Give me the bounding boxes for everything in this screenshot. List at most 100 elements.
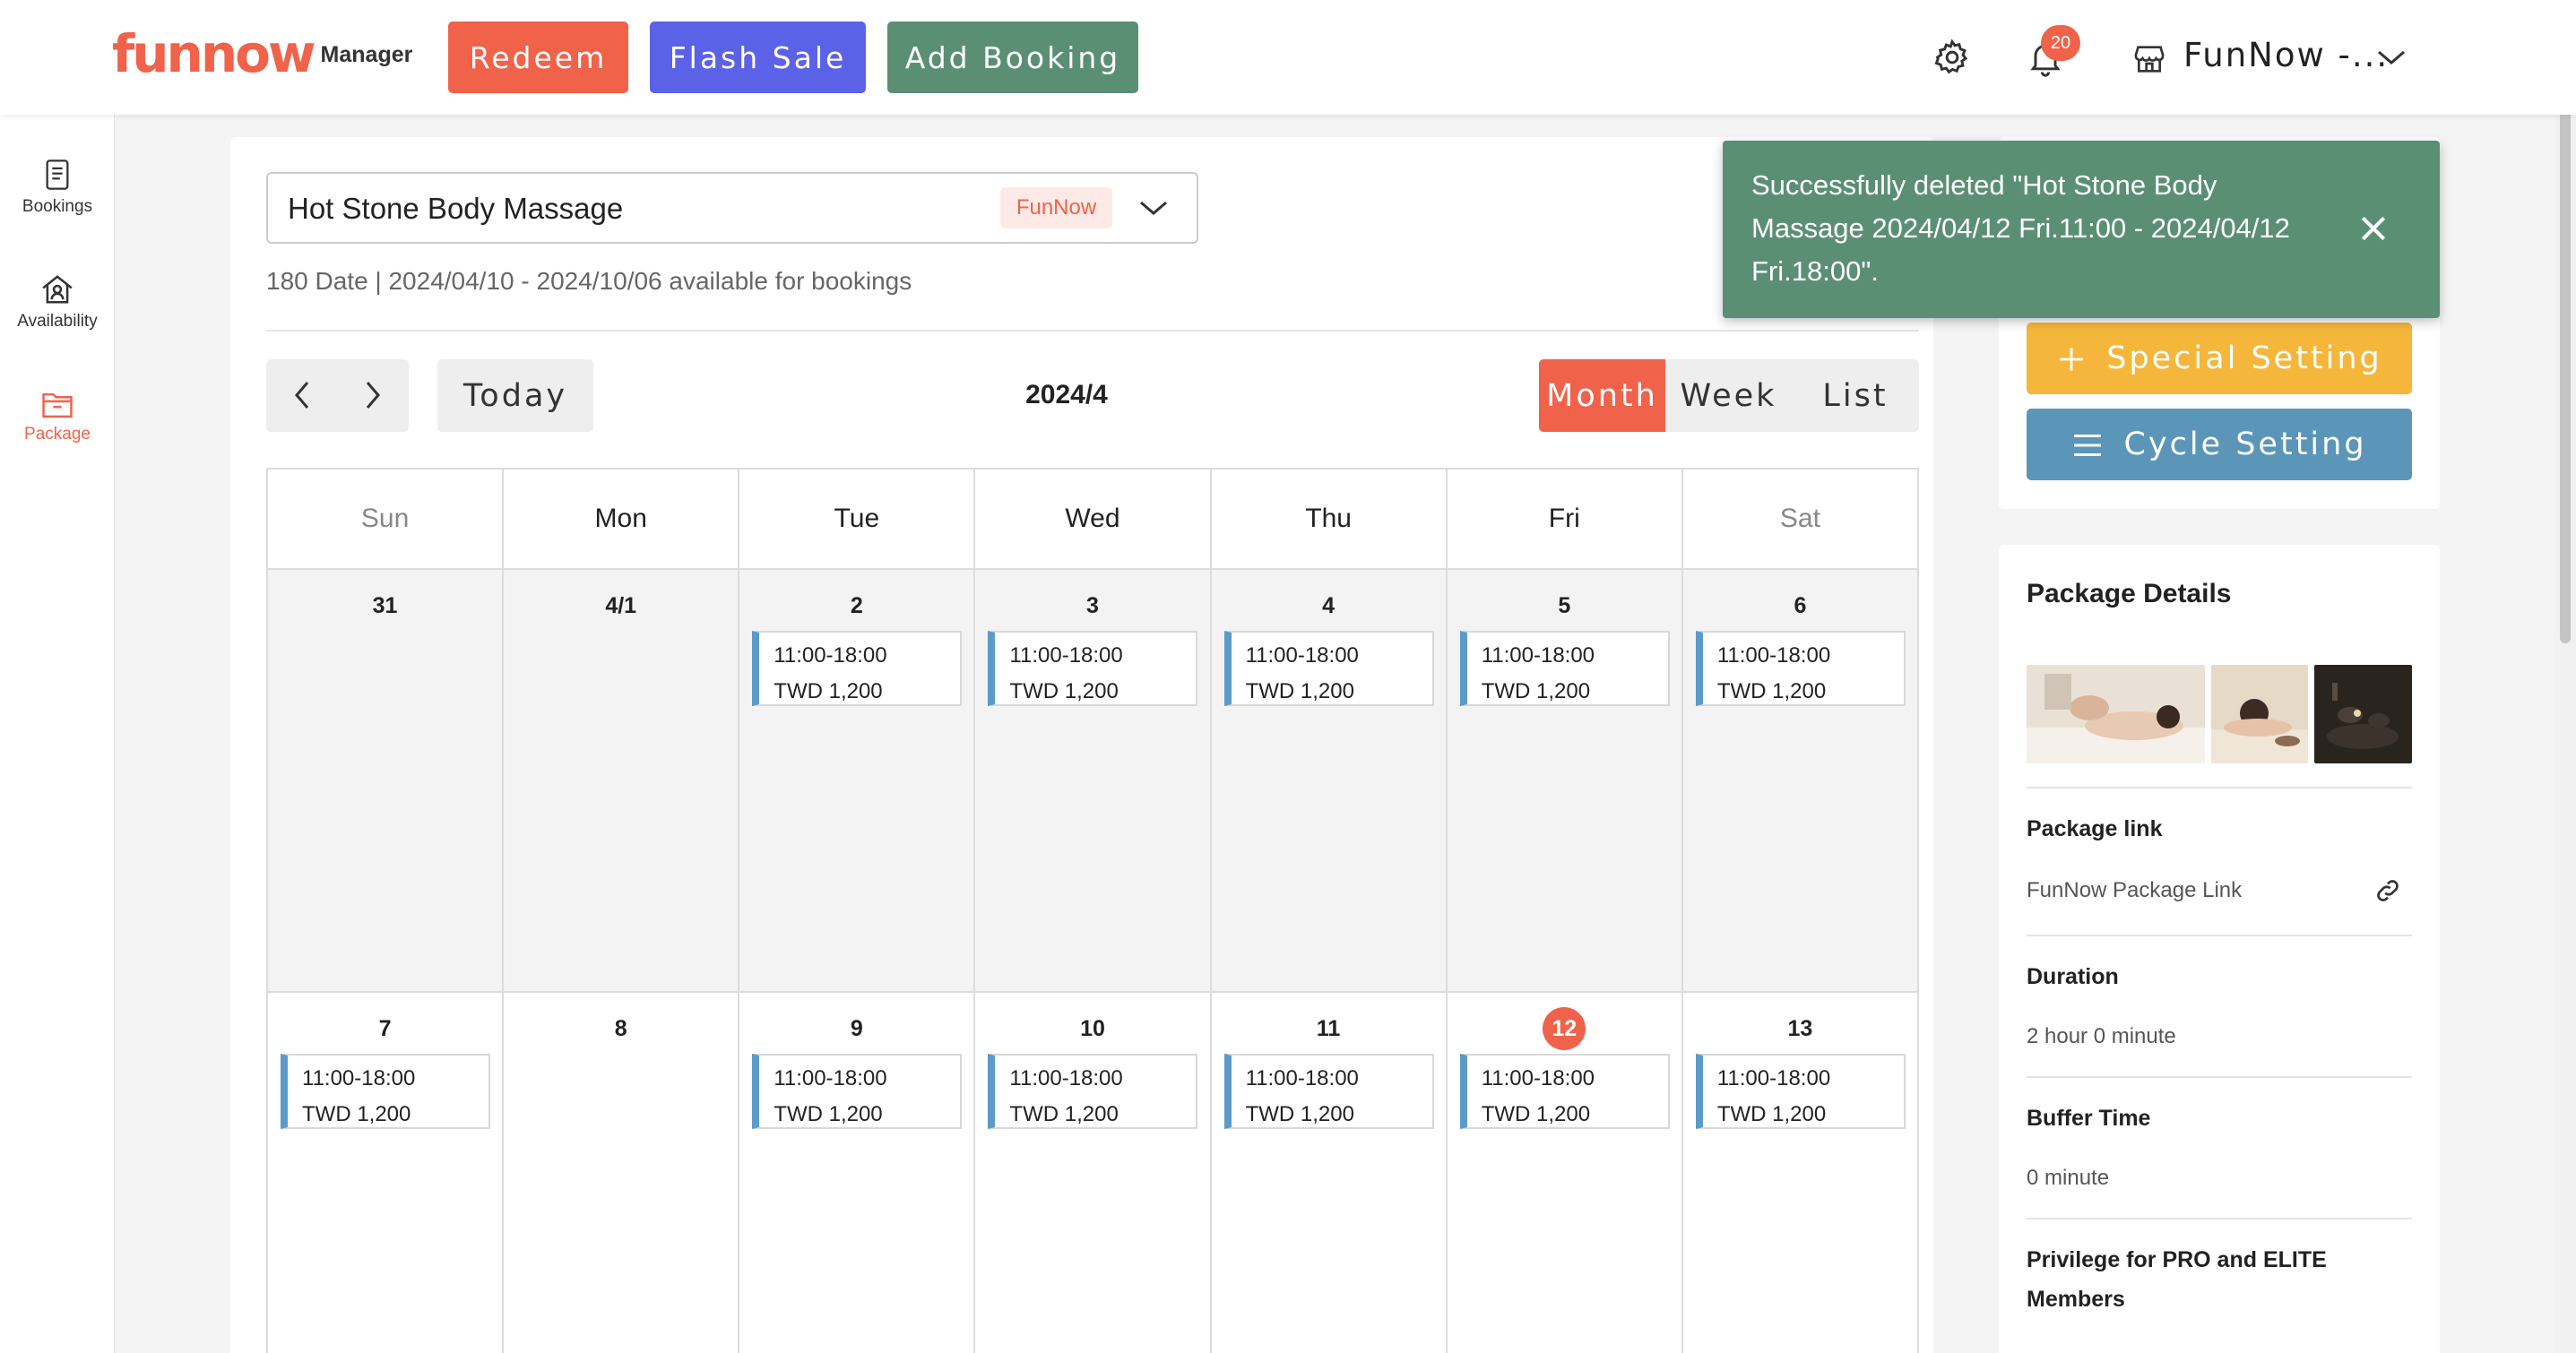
slot-price: TWD 1,200 — [1009, 1102, 1119, 1126]
close-icon[interactable] — [2356, 211, 2391, 246]
calendar-day-cell[interactable]: 4 11:00-18:00 TWD 1,200 — [1211, 570, 1448, 991]
plus-icon — [2060, 348, 2083, 371]
sidebar-item-availability[interactable]: Availability — [0, 272, 115, 332]
funnow-logo[interactable]: funnow Manager — [112, 27, 412, 81]
platform-tag: FunNow — [1000, 187, 1112, 228]
time-slot-event[interactable]: 11:00-18:00 TWD 1,200 — [752, 631, 963, 706]
calendar-day-cell[interactable]: 31 — [268, 570, 505, 991]
time-slot-event[interactable]: 11:00-18:00 TWD 1,200 — [1695, 631, 1906, 706]
time-slot-event[interactable]: 11:00-18:00 TWD 1,200 — [1695, 1054, 1906, 1129]
sidebar: Bookings Availability Package — [0, 115, 115, 1353]
chevron-down-icon[interactable] — [1137, 197, 1170, 219]
calendar-day-cell[interactable]: 11 11:00-18:00 TWD 1,200 — [1211, 993, 1448, 1353]
view-week-button[interactable]: Week — [1665, 359, 1792, 432]
package-photo[interactable] — [2027, 665, 2205, 763]
sidebar-item-label: Package — [24, 425, 91, 444]
calendar-day-cell[interactable]: 8 — [504, 993, 740, 1353]
slot-time: 11:00-18:00 — [1716, 643, 1831, 668]
today-day-number: 12 — [1543, 1007, 1586, 1050]
weekday-header: Sun Mon Tue Wed Thu Fri Sat — [266, 468, 1919, 568]
cycle-setting-button[interactable]: Cycle Setting — [2027, 409, 2412, 480]
time-slot-event[interactable]: 11:00-18:00 TWD 1,200 — [752, 1054, 963, 1129]
package-photo[interactable] — [2314, 665, 2412, 763]
slot-price: TWD 1,200 — [1481, 1102, 1591, 1126]
day-number: 8 — [614, 1016, 627, 1041]
weekday-label: Fri — [1448, 470, 1683, 568]
slot-price: TWD 1,200 — [1481, 679, 1591, 703]
time-slot-event[interactable]: 11:00-18:00 TWD 1,200 — [1459, 1054, 1670, 1129]
special-setting-label: Special Setting — [2106, 340, 2382, 376]
store-icon — [2134, 46, 2165, 73]
page-scrollbar[interactable] — [2554, 0, 2576, 1353]
slot-price: TWD 1,200 — [1716, 1102, 1827, 1126]
divider — [2027, 935, 2412, 936]
logo-wordmark: funnow — [112, 23, 316, 84]
store-name[interactable]: FunNow -... — [2183, 36, 2389, 74]
link-icon[interactable] — [2373, 876, 2402, 905]
day-number: 4/1 — [605, 593, 637, 618]
calendar-title: 2024/4 — [1025, 380, 1108, 409]
flash-sale-button[interactable]: Flash Sale — [650, 22, 866, 93]
chevron-down-icon[interactable] — [2375, 47, 2407, 68]
time-slot-event[interactable]: 11:00-18:00 TWD 1,200 — [281, 1054, 490, 1129]
package-photo[interactable] — [2211, 665, 2308, 763]
document-icon — [46, 159, 69, 190]
privilege-label: Privilege for PRO and ELITE Members — [2027, 1247, 2327, 1312]
calendar-day-cell[interactable]: 2 11:00-18:00 TWD 1,200 — [739, 570, 976, 991]
calendar-day-cell-today[interactable]: 12 11:00-18:00 TWD 1,200 — [1447, 993, 1683, 1353]
slot-time: 11:00-18:00 — [1009, 1066, 1123, 1090]
today-button[interactable]: Today — [437, 359, 593, 432]
package-link-text[interactable]: FunNow Package Link — [2027, 878, 2242, 903]
slot-time: 11:00-18:00 — [1009, 643, 1123, 668]
package-details-title: Package Details — [2027, 579, 2232, 608]
time-slot-event[interactable]: 11:00-18:00 TWD 1,200 — [1223, 631, 1434, 706]
next-month-button[interactable] — [338, 359, 409, 432]
time-slot-event[interactable]: 11:00-18:00 TWD 1,200 — [1223, 1054, 1434, 1129]
top-bar: funnow Manager Redeem Flash Sale Add Boo… — [0, 0, 2576, 115]
day-number: 11 — [1316, 1016, 1341, 1041]
month-calendar: Sun Mon Tue Wed Thu Fri Sat 31 4/1 2 11:… — [266, 468, 1919, 1353]
view-month-button[interactable]: Month — [1539, 359, 1665, 432]
slot-price: TWD 1,200 — [774, 1102, 883, 1126]
slot-price: TWD 1,200 — [1245, 1102, 1354, 1126]
slot-time: 11:00-18:00 — [1481, 1066, 1595, 1090]
day-number: 7 — [378, 1016, 392, 1041]
slot-price: TWD 1,200 — [1009, 679, 1119, 703]
special-setting-button[interactable]: Special Setting — [2027, 323, 2412, 394]
slot-time: 11:00-18:00 — [1481, 643, 1595, 668]
time-slot-event[interactable]: 11:00-18:00 TWD 1,200 — [1459, 631, 1670, 706]
day-number: 2 — [850, 593, 863, 618]
divider — [266, 330, 1919, 332]
time-slot-event[interactable]: 11:00-18:00 TWD 1,200 — [988, 1054, 1198, 1129]
buffer-time-value: 0 minute — [2027, 1166, 2110, 1190]
calendar-day-cell[interactable]: 9 11:00-18:00 TWD 1,200 — [739, 993, 976, 1353]
gear-icon[interactable] — [1932, 38, 1972, 77]
buffer-time-label: Buffer Time — [2027, 1106, 2151, 1131]
sidebar-item-label: Bookings — [22, 197, 93, 216]
calendar-day-cell[interactable]: 6 11:00-18:00 TWD 1,200 — [1682, 570, 1917, 991]
calendar-day-cell[interactable]: 13 11:00-18:00 TWD 1,200 — [1682, 993, 1917, 1353]
add-booking-button[interactable]: Add Booking — [887, 22, 1138, 93]
package-link-label: Package link — [2027, 816, 2163, 841]
weekday-label: Mon — [504, 470, 740, 568]
calendar-day-cell[interactable]: 4/1 — [504, 570, 740, 991]
calendar-day-cell[interactable]: 3 11:00-18:00 TWD 1,200 — [975, 570, 1212, 991]
duration-label: Duration — [2027, 964, 2119, 989]
folder-icon — [42, 392, 73, 418]
day-number: 13 — [1787, 1016, 1813, 1041]
time-slot-event[interactable]: 11:00-18:00 TWD 1,200 — [988, 631, 1198, 706]
weekday-label: Sat — [1779, 504, 1820, 533]
package-select[interactable]: Hot Stone Body Massage FunNow — [266, 172, 1198, 244]
slot-time: 11:00-18:00 — [302, 1066, 416, 1090]
calendar-day-cell[interactable]: 5 11:00-18:00 TWD 1,200 — [1447, 570, 1683, 991]
sidebar-item-bookings[interactable]: Bookings — [0, 158, 115, 217]
menu-icon — [2074, 435, 2102, 456]
calendar-week-row: 7 11:00-18:00 TWD 1,200 8 9 11:00-18:00 … — [266, 991, 1919, 1353]
view-list-button[interactable]: List — [1792, 359, 1919, 432]
slot-time: 11:00-18:00 — [1245, 1066, 1359, 1090]
calendar-day-cell[interactable]: 7 11:00-18:00 TWD 1,200 — [268, 993, 505, 1353]
redeem-button[interactable]: Redeem — [448, 22, 628, 93]
sidebar-item-package[interactable]: Package — [0, 389, 115, 444]
calendar-day-cell[interactable]: 10 11:00-18:00 TWD 1,200 — [975, 993, 1212, 1353]
prev-month-button[interactable] — [266, 359, 337, 432]
